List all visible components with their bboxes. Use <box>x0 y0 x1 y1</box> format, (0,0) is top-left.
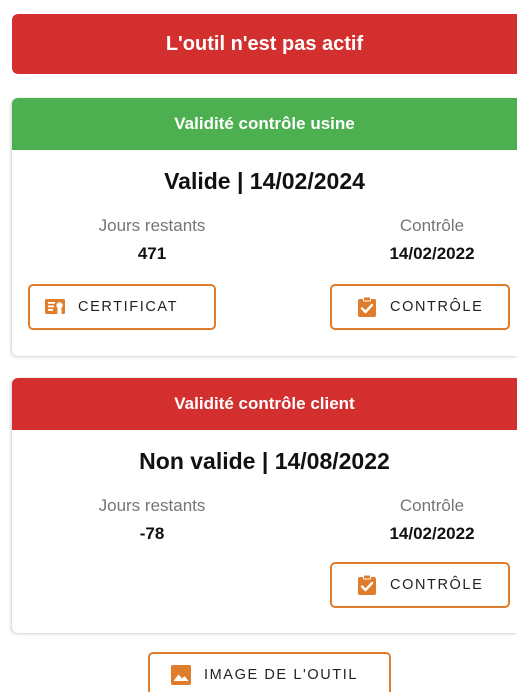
certificate-icon <box>44 296 66 318</box>
client-control-card: Validité contrôle client Non valide | 14… <box>12 378 517 633</box>
tool-status-banner: L'outil n'est pas actif <box>12 14 517 74</box>
factory-days-remaining-value: 471 <box>137 244 167 263</box>
client-validity-status: Non valide | 14/08/2022 <box>139 448 390 474</box>
factory-control-card: Validité contrôle usine Valide | 14/02/2… <box>12 98 517 356</box>
tool-image-button-label: IMAGE DE L'OUTIL <box>204 667 359 683</box>
certificate-button[interactable]: CERTIFICAT <box>28 284 216 330</box>
client-control-button[interactable]: CONTRÔLE <box>330 562 510 608</box>
factory-control-date-value: 14/02/2022 <box>389 244 475 263</box>
clipboard-check-icon <box>356 574 378 596</box>
client-control-date-label: Contrôle <box>399 496 465 515</box>
client-days-remaining-label: Jours restants <box>98 496 206 515</box>
factory-control-button-label: CONTRÔLE <box>390 299 484 315</box>
tool-validity-screen: L'outil n'est pas actif Validité contrôl… <box>0 0 517 692</box>
client-control-button-label: CONTRÔLE <box>390 577 484 593</box>
clipboard-check-icon <box>356 296 378 318</box>
client-days-remaining-value: -78 <box>139 524 165 543</box>
client-control-date-value: 14/02/2022 <box>389 524 475 543</box>
certificate-button-label: CERTIFICAT <box>78 299 179 315</box>
tool-status-text: L'outil n'est pas actif <box>165 32 364 55</box>
factory-validity-status: Valide | 14/02/2024 <box>164 168 365 194</box>
client-card-title: Validité contrôle client <box>174 394 355 413</box>
factory-control-button[interactable]: CONTRÔLE <box>330 284 510 330</box>
tool-image-button[interactable]: IMAGE DE L'OUTIL <box>148 652 391 692</box>
factory-card-header: Validité contrôle usine <box>12 98 517 150</box>
factory-control-date-label: Contrôle <box>399 216 465 235</box>
image-icon <box>170 664 192 686</box>
client-card-header: Validité contrôle client <box>12 378 517 430</box>
factory-card-title: Validité contrôle usine <box>174 114 355 133</box>
factory-days-remaining-label: Jours restants <box>98 216 206 235</box>
